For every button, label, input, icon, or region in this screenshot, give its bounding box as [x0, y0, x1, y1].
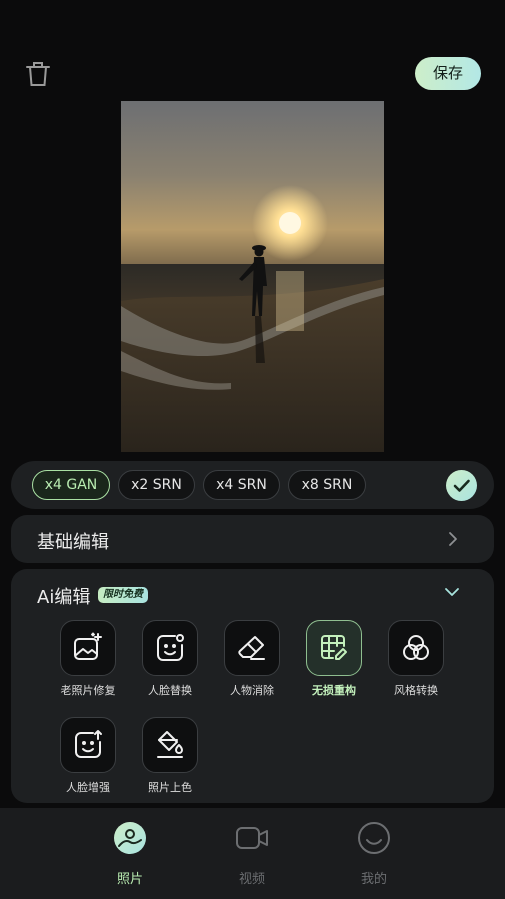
- nav-photo[interactable]: 照片: [100, 820, 160, 887]
- nav-profile[interactable]: 我的: [344, 820, 404, 887]
- eraser-icon: [238, 636, 265, 660]
- tool-face-enhance[interactable]: 人脸增强: [53, 717, 123, 795]
- confirm-check-button[interactable]: [446, 470, 477, 501]
- ai-edit-panel: Ai编辑 限时免费 老照片修复 人脸替换 人物消除 无损重构 风格转换 人脸增强…: [11, 569, 494, 803]
- tool-label: 无损重构: [312, 684, 356, 697]
- tool-label: 人脸增强: [66, 781, 110, 794]
- trash-icon[interactable]: [22, 58, 54, 90]
- profile-smile-icon: [358, 822, 390, 854]
- basic-edit-label: 基础编辑: [37, 532, 109, 553]
- tool-style-transfer[interactable]: 风格转换: [381, 620, 451, 698]
- nav-label: 照片: [116, 872, 143, 887]
- style-circles-icon: [403, 635, 429, 660]
- photo-sparkle-icon: [74, 632, 102, 660]
- photo-icon: [114, 822, 146, 854]
- tool-old-photo-repair[interactable]: 老照片修复: [53, 620, 123, 698]
- grid-edit-icon: [321, 635, 347, 660]
- tool-label: 老照片修复: [60, 684, 116, 697]
- model-chip-x4-gan[interactable]: x4 GAN: [32, 470, 110, 500]
- video-icon: [236, 827, 268, 849]
- paint-bucket-icon: [157, 731, 183, 758]
- tool-face-swap[interactable]: 人脸替换: [135, 620, 205, 698]
- nav-video[interactable]: 视频: [222, 820, 282, 887]
- model-chip-x8-srn[interactable]: x8 SRN: [288, 470, 366, 500]
- nav-label: 我的: [360, 872, 387, 887]
- tool-label: 人物消除: [230, 684, 274, 697]
- nav-label: 视频: [238, 872, 265, 887]
- chevron-down-icon[interactable]: [444, 585, 460, 599]
- ai-edit-title: Ai编辑: [37, 587, 91, 608]
- model-selector: x4 GAN x2 SRN x4 SRN x8 SRN: [11, 461, 494, 509]
- face-enhance-icon: [75, 730, 102, 758]
- face-swap-icon: [157, 634, 184, 661]
- save-button[interactable]: 保存: [415, 57, 481, 90]
- tool-colorize[interactable]: 照片上色: [135, 717, 205, 795]
- free-badge: 限时免费: [98, 587, 148, 603]
- tool-label: 人脸替换: [148, 684, 192, 697]
- model-chip-x2-srn[interactable]: x2 SRN: [118, 470, 195, 500]
- photo-preview[interactable]: [121, 101, 384, 452]
- tool-label: 照片上色: [148, 781, 192, 794]
- bottom-nav: 照片 视频 我的: [0, 808, 505, 899]
- tool-lossless-reconstruct[interactable]: 无损重构: [299, 620, 369, 698]
- tool-person-removal[interactable]: 人物消除: [217, 620, 287, 698]
- basic-edit-row[interactable]: 基础编辑: [11, 515, 494, 563]
- chevron-right-icon: [449, 532, 457, 546]
- model-chip-x4-srn[interactable]: x4 SRN: [203, 470, 280, 500]
- checkmark-icon: [453, 479, 470, 492]
- tool-label: 风格转换: [394, 684, 438, 697]
